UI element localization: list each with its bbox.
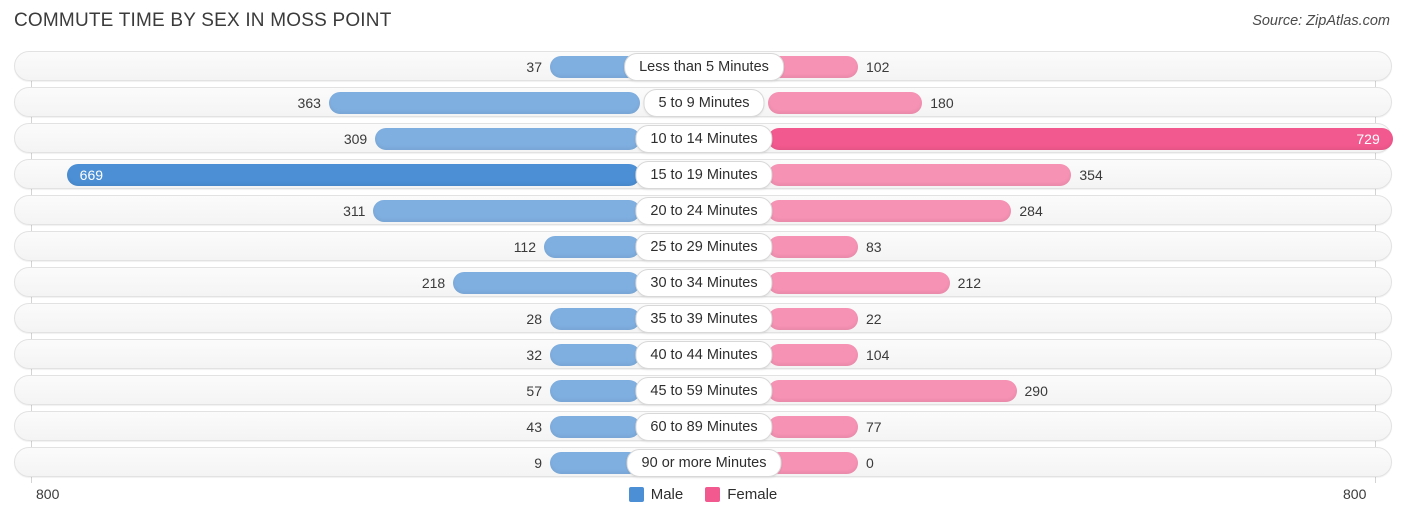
- bar-female[interactable]: [768, 380, 1017, 402]
- bar-male[interactable]: [550, 344, 640, 366]
- bar-value-male: 28: [526, 311, 542, 327]
- table-row[interactable]: 309 729 10 to 14 Minutes: [14, 123, 1393, 153]
- bar-value-male: 363: [297, 95, 321, 111]
- legend-swatch-male-icon: [628, 487, 644, 502]
- category-label: 20 to 24 Minutes: [635, 197, 773, 225]
- bar-value-male: 669: [79, 167, 104, 183]
- source-attribution: Source: ZipAtlas.com: [1252, 13, 1390, 29]
- bar-male[interactable]: [328, 92, 640, 114]
- bar-row-inner: 218 212 30 to 34 Minutes: [15, 268, 1391, 297]
- bar-value-female: 77: [866, 419, 882, 435]
- table-row[interactable]: 669 354 15 to 19 Minutes: [14, 159, 1392, 189]
- bar-male[interactable]: [453, 272, 640, 294]
- bar-value-female: 284: [1019, 203, 1043, 219]
- legend-label-male: Male: [650, 486, 684, 503]
- bar-row-inner: 669 354 15 to 19 Minutes: [15, 160, 1391, 189]
- bar-female[interactable]: [768, 128, 1393, 150]
- legend-item-male[interactable]: Male: [628, 486, 684, 503]
- bar-value-male: 32: [526, 347, 542, 363]
- bar-female[interactable]: [768, 452, 858, 474]
- bar-row-inner: 28 22 35 to 39 Minutes: [15, 304, 1391, 333]
- legend-label-female: Female: [727, 486, 778, 503]
- bar-female[interactable]: [768, 308, 858, 330]
- bar-value-female: 180: [930, 95, 954, 111]
- bar-female[interactable]: [768, 272, 950, 294]
- legend-swatch-female-icon: [705, 487, 721, 502]
- category-label: 30 to 34 Minutes: [635, 269, 773, 297]
- chart-root: COMMUTE TIME BY SEX IN MOSS POINT Source…: [0, 0, 1406, 523]
- category-label: 5 to 9 Minutes: [643, 89, 765, 117]
- bar-female[interactable]: [768, 164, 1072, 186]
- bar-value-female: 83: [866, 239, 882, 255]
- bar-row-inner: 311 284 20 to 24 Minutes: [15, 196, 1391, 225]
- bar-row-inner: 32 104 40 to 44 Minutes: [15, 340, 1391, 369]
- bar-value-male: 309: [343, 131, 368, 147]
- table-row[interactable]: 311 284 20 to 24 Minutes: [14, 195, 1392, 225]
- bar-row-inner: 57 290 45 to 59 Minutes: [15, 376, 1391, 405]
- bar-value-female: 22: [866, 311, 882, 327]
- category-label: 10 to 14 Minutes: [635, 125, 773, 153]
- bar-value-female: 354: [1079, 167, 1103, 183]
- bar-value-male: 57: [526, 383, 542, 399]
- bar-male[interactable]: [375, 128, 640, 150]
- bar-value-female: 104: [866, 347, 890, 363]
- plot-area: 37 102 Less than 5 Minutes 363 180 5 to 9 Min…: [0, 51, 1406, 483]
- category-label: 25 to 29 Minutes: [635, 233, 773, 261]
- bar-female[interactable]: [768, 92, 923, 114]
- bar-value-male: 218: [421, 275, 446, 291]
- bar-female[interactable]: [768, 236, 858, 258]
- table-row[interactable]: 37 102 Less than 5 Minutes: [14, 51, 1392, 81]
- bar-value-female: 0: [866, 455, 874, 471]
- table-row[interactable]: 43 77 60 to 89 Minutes: [14, 411, 1392, 441]
- category-label: 35 to 39 Minutes: [635, 305, 773, 333]
- legend-item-female[interactable]: Female: [705, 486, 777, 503]
- bar-row-inner: 43 77 60 to 89 Minutes: [15, 412, 1391, 441]
- category-label: 60 to 89 Minutes: [635, 413, 773, 441]
- bar-male[interactable]: [544, 236, 640, 258]
- category-label: 90 or more Minutes: [626, 449, 782, 477]
- bar-value-male: 9: [534, 455, 542, 471]
- bar-male[interactable]: [550, 416, 640, 438]
- category-label: 40 to 44 Minutes: [635, 341, 773, 369]
- bar-value-male: 37: [526, 59, 542, 75]
- table-row[interactable]: 28 22 35 to 39 Minutes: [14, 303, 1392, 333]
- bar-row-inner: 37 102 Less than 5 Minutes: [15, 52, 1391, 81]
- bar-value-male: 311: [343, 203, 366, 219]
- bar-female[interactable]: [768, 200, 1012, 222]
- bar-female[interactable]: [768, 416, 858, 438]
- chart-footer: 800 800 Male Female: [0, 486, 1406, 516]
- table-row[interactable]: 112 83 25 to 29 Minutes: [14, 231, 1392, 261]
- bar-value-male: 112: [513, 239, 537, 255]
- bar-row-inner: 112 83 25 to 29 Minutes: [15, 232, 1391, 261]
- bar-male[interactable]: [550, 308, 640, 330]
- bar-value-female: 729: [1356, 131, 1380, 147]
- bar-value-female: 290: [1024, 383, 1048, 399]
- bar-male[interactable]: [66, 164, 640, 186]
- bar-row-inner: 9 0 90 or more Minutes: [15, 448, 1391, 477]
- bar-female[interactable]: [768, 344, 858, 366]
- bar-value-female: 102: [866, 59, 890, 75]
- bar-value-female: 212: [957, 275, 982, 291]
- bar-row-inner: 309 729 10 to 14 Minutes: [15, 124, 1393, 153]
- table-row[interactable]: 32 104 40 to 44 Minutes: [14, 339, 1392, 369]
- page-title: COMMUTE TIME BY SEX IN MOSS POINT: [14, 10, 392, 31]
- category-label: 15 to 19 Minutes: [635, 161, 773, 189]
- table-row[interactable]: 218 212 30 to 34 Minutes: [14, 267, 1392, 297]
- table-row[interactable]: 57 290 45 to 59 Minutes: [14, 375, 1392, 405]
- chart-legend: Male Female: [0, 486, 1406, 503]
- bar-male[interactable]: [373, 200, 640, 222]
- category-label: Less than 5 Minutes: [624, 53, 784, 81]
- bar-row-inner: 363 180 5 to 9 Minutes: [15, 88, 1391, 117]
- bar-value-male: 43: [526, 419, 542, 435]
- bar-male[interactable]: [550, 380, 640, 402]
- category-label: 45 to 59 Minutes: [635, 377, 773, 405]
- table-row[interactable]: 9 0 90 or more Minutes: [14, 447, 1392, 477]
- table-row[interactable]: 363 180 5 to 9 Minutes: [14, 87, 1392, 117]
